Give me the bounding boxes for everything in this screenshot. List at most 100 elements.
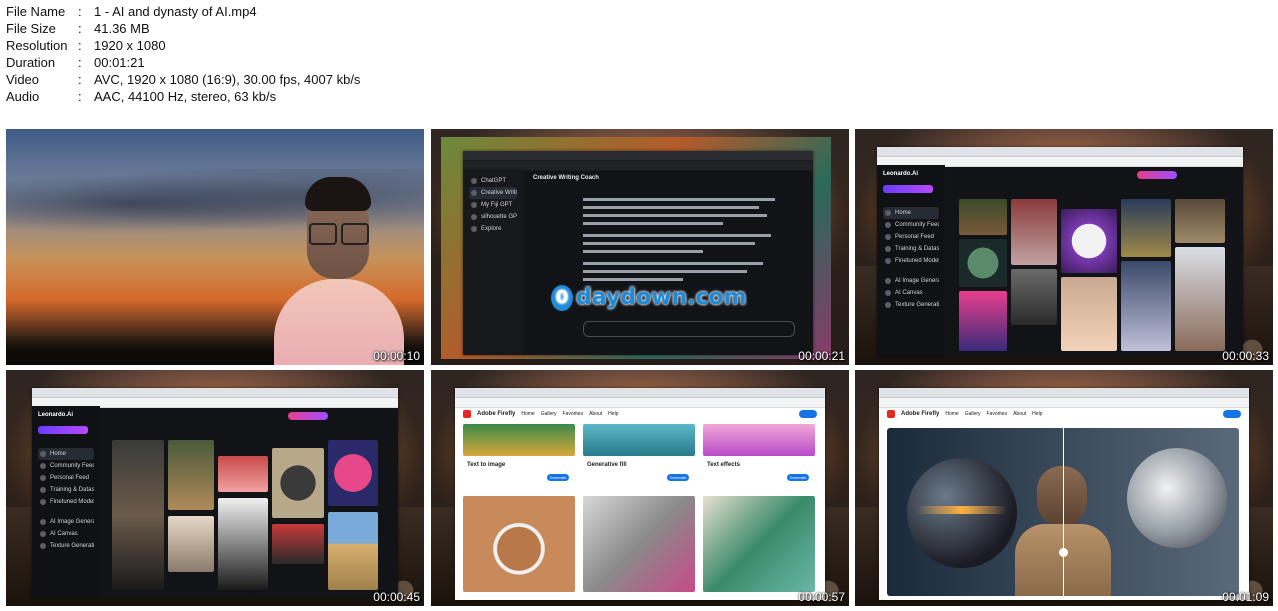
chat-text-lines xyxy=(583,193,783,286)
compare-slider-handle[interactable] xyxy=(1059,548,1068,557)
chatgpt-sidebar: ChatGPT Creative Writing Coach My Fiji G… xyxy=(463,169,523,355)
gallery-image[interactable] xyxy=(218,498,268,590)
nav-favorites[interactable]: Favorites xyxy=(563,411,584,417)
sidebar-item-canvas[interactable]: AI Canvas xyxy=(883,287,939,299)
upgrade-button[interactable] xyxy=(38,426,88,434)
nav-home[interactable]: Home xyxy=(945,411,958,417)
trending-tab[interactable] xyxy=(1137,171,1177,179)
card-title-generative-fill: Generative fill xyxy=(587,462,627,468)
sidebar-item-home[interactable]: Home xyxy=(38,448,94,460)
brand: Adobe Firefly xyxy=(477,411,516,417)
nav-favorites[interactable]: Favorites xyxy=(987,411,1008,417)
sidebar-item-texture[interactable]: Texture Generation xyxy=(38,540,94,552)
sign-in-button[interactable] xyxy=(799,410,817,418)
sidebar-item-fiji[interactable]: My Fiji GPT xyxy=(469,199,517,211)
adobe-logo-icon xyxy=(887,410,895,418)
gallery-image[interactable] xyxy=(1011,199,1057,265)
gallery-image[interactable] xyxy=(272,448,324,518)
gallery-image[interactable] xyxy=(1121,199,1171,257)
trending-tab[interactable] xyxy=(288,412,328,420)
card-image-plant[interactable] xyxy=(703,496,815,592)
card-image-text-effects[interactable] xyxy=(703,424,815,456)
nav-about[interactable]: About xyxy=(589,411,602,417)
gallery-image[interactable] xyxy=(1061,277,1117,351)
meta-row-video: Video : AVC, 1920 x 1080 (16:9), 30.00 f… xyxy=(6,72,361,87)
thumbnail-4[interactable]: Leonardo.Ai Home Community Feed Personal… xyxy=(6,370,424,606)
leonardo-window: Leonardo.Ai Home Community Feed Personal… xyxy=(32,388,398,598)
nav-help[interactable]: Help xyxy=(608,411,618,417)
nav-about[interactable]: About xyxy=(1013,411,1026,417)
card-image-text-to-image[interactable] xyxy=(463,424,575,456)
gallery-image[interactable] xyxy=(168,516,214,572)
leonardo-sidebar: Leonardo.Ai Home Community Feed Personal… xyxy=(877,165,945,357)
generate-button[interactable]: Generate xyxy=(667,474,689,481)
sidebar-item-training[interactable]: Training & Datasets xyxy=(883,243,939,255)
sidebar-item-chatgpt[interactable]: ChatGPT xyxy=(469,175,517,187)
video-contact-sheet: File Name : 1 - AI and dynasty of AI.mp4… xyxy=(0,0,1278,611)
gallery-image[interactable] xyxy=(272,524,324,564)
sidebar-item-community[interactable]: Community Feed xyxy=(883,219,939,231)
gallery-image-selected[interactable] xyxy=(112,440,164,590)
sidebar-item-finetuned[interactable]: Finetuned Models xyxy=(883,255,939,267)
nav-gallery[interactable]: Gallery xyxy=(541,411,557,417)
thumbnail-6[interactable]: Adobe Firefly Home Gallery Favorites Abo… xyxy=(855,370,1273,606)
resolution-value: 1920 x 1080 xyxy=(94,38,166,53)
brand: Adobe Firefly xyxy=(901,411,940,417)
person-face xyxy=(1037,466,1087,526)
sign-in-button[interactable] xyxy=(1223,410,1241,418)
gallery-image[interactable] xyxy=(1175,199,1225,243)
sidebar-item-silhouette[interactable]: silhouette GPT xyxy=(469,211,517,223)
gallery-image[interactable] xyxy=(328,512,378,590)
generate-button[interactable]: Generate xyxy=(787,474,809,481)
gallery-image[interactable] xyxy=(1121,261,1171,351)
firefly-nav: Adobe Firefly Home Gallery Favorites Abo… xyxy=(887,409,1042,419)
hero-image xyxy=(887,428,1239,596)
sidebar-item-explore[interactable]: Explore xyxy=(469,223,517,235)
gallery-image[interactable] xyxy=(1175,247,1225,351)
sidebar-item-personal[interactable]: Personal Feed xyxy=(883,231,939,243)
gallery-image[interactable] xyxy=(959,239,1007,287)
video-value: AVC, 1920 x 1080 (16:9), 30.00 fps, 4007… xyxy=(94,72,361,87)
message-input[interactable] xyxy=(583,321,795,337)
sidebar-item-finetuned[interactable]: Finetuned Models xyxy=(38,496,94,508)
sidebar-item-personal[interactable]: Personal Feed xyxy=(38,472,94,484)
thumbnail-2[interactable]: ChatGPT Creative Writing Coach My Fiji G… xyxy=(431,129,849,365)
sidebar-item-image-gen[interactable]: AI Image Generation xyxy=(38,516,94,528)
audio-value: AAC, 44100 Hz, stereo, 63 kb/s xyxy=(94,89,277,104)
thumbnail-5[interactable]: Adobe Firefly Home Gallery Favorites Abo… xyxy=(431,370,849,606)
thumbnail-3[interactable]: Leonardo.Ai Home Community Feed Personal… xyxy=(855,129,1273,365)
sidebar-item-training[interactable]: Training & Datasets xyxy=(38,484,94,496)
meta-row-audio: Audio : AAC, 44100 Hz, stereo, 63 kb/s xyxy=(6,89,277,104)
leonardo-sidebar: Leonardo.Ai Home Community Feed Personal… xyxy=(32,406,100,598)
compare-slider-line[interactable] xyxy=(1063,428,1064,596)
card-image-3d[interactable] xyxy=(583,496,695,592)
card-image-generative-fill[interactable] xyxy=(583,424,695,456)
gallery-image[interactable] xyxy=(218,456,268,492)
card-image-puppy[interactable] xyxy=(463,496,575,592)
timestamp: 00:01:09 xyxy=(1222,590,1269,604)
gallery-image[interactable] xyxy=(168,440,214,510)
nav-gallery[interactable]: Gallery xyxy=(965,411,981,417)
upgrade-button[interactable] xyxy=(883,185,933,193)
orb-right xyxy=(1127,448,1227,548)
sidebar-item-canvas[interactable]: AI Canvas xyxy=(38,528,94,540)
generate-button[interactable]: Generate xyxy=(547,474,569,481)
meta-row-resolution: Resolution : 1920 x 1080 xyxy=(6,38,166,53)
nav-help[interactable]: Help xyxy=(1032,411,1042,417)
sidebar-item-home[interactable]: Home xyxy=(883,207,939,219)
sidebar-item-texture[interactable]: Texture Generation xyxy=(883,299,939,311)
gallery-image[interactable] xyxy=(328,440,378,506)
gallery-image[interactable] xyxy=(1061,209,1117,273)
sidebar-item-coach[interactable]: Creative Writing Coach xyxy=(469,187,517,199)
card-title-text-to-image: Text to image xyxy=(467,462,506,468)
nav-home[interactable]: Home xyxy=(521,411,534,417)
duration-value: 00:01:21 xyxy=(94,55,145,70)
file-metadata: File Name : 1 - AI and dynasty of AI.mp4… xyxy=(6,3,360,105)
gallery-image[interactable] xyxy=(959,291,1007,351)
sidebar-item-community[interactable]: Community Feed xyxy=(38,460,94,472)
gallery-image[interactable] xyxy=(1011,269,1057,325)
file-size-value: 41.36 MB xyxy=(94,21,150,36)
gallery-image[interactable] xyxy=(959,199,1007,235)
sidebar-item-image-gen[interactable]: AI Image Generation xyxy=(883,275,939,287)
thumbnail-1[interactable]: 00:00:10 xyxy=(6,129,424,365)
